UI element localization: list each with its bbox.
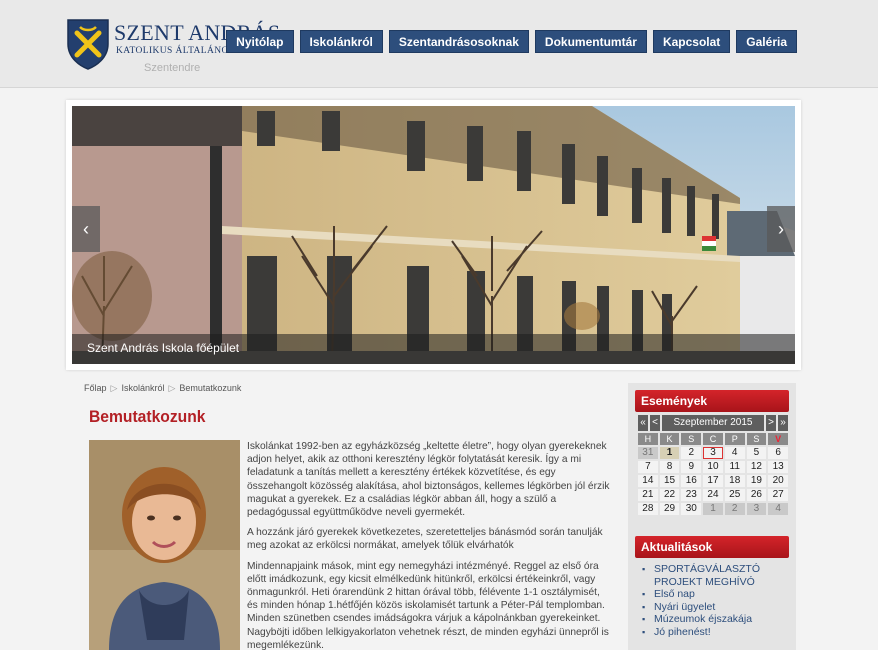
calendar-day-header: H [638,433,658,445]
calendar-day[interactable]: 5 [746,447,767,459]
calendar-day[interactable]: 2 [681,447,702,459]
calendar-month-label: Szeptember 2015 [662,415,764,431]
calendar-day[interactable]: 4 [768,503,788,515]
calendar-day[interactable]: 11 [724,461,745,473]
calendar-day[interactable]: 10 [703,461,723,473]
calendar-day[interactable]: 27 [768,489,788,501]
calendar-day-header: S [746,433,767,445]
news-item[interactable]: Múzeumok éjszakája [640,613,790,626]
calendar-day[interactable]: 25 [724,489,745,501]
calendar-day[interactable]: 30 [681,503,702,515]
calendar-day[interactable]: 14 [638,475,658,487]
calendar-day-event[interactable]: 1 [659,447,680,459]
news-item[interactable]: Jó pihenést! [640,626,790,639]
breadcrumb-separator-icon: ▷ [110,383,118,393]
calendar-day[interactable]: 3 [746,503,767,515]
calendar-nav: « < Szeptember 2015 > » [638,415,788,431]
main-nav: Nyitólap Iskolánkról Szentandrásosoknak … [226,30,797,53]
nav-item-dokumentumtar[interactable]: Dokumentumtár [534,30,647,53]
breadcrumb-separator-icon: ▷ [168,383,176,393]
calendar-day[interactable]: 20 [768,475,788,487]
breadcrumb: Főlap ▷ Iskolánkról ▷ Bemutatkozunk [84,383,241,394]
calendar-day-header: P [724,433,745,445]
school-logo[interactable]: SZENT ANDRÁS KATOLIKUS ÁLTALÁNOS ISKOLA … [66,18,280,78]
calendar-day-today[interactable]: 3 [703,447,723,459]
nav-item-szentandrasosoknak[interactable]: Szentandrásosoknak [388,30,529,53]
article-body: Iskolánkat 1992-ben az egyházközség „kel… [247,440,612,650]
calendar-day[interactable]: 15 [659,475,680,487]
calendar-day[interactable]: 22 [659,489,680,501]
nav-item-iskolankrol[interactable]: Iskolánkról [299,30,383,53]
calendar-day-header: S [681,433,702,445]
calendar-day[interactable]: 7 [638,461,658,473]
nav-item-kapcsolat[interactable]: Kapcsolat [652,30,731,53]
breadcrumb-item-current: Bemutatkozunk [179,383,242,393]
article-paragraph: Iskolánkat 1992-ben az egyházközség „kel… [247,441,610,519]
chevron-right-icon: › [778,219,784,239]
calendar-day[interactable]: 31 [638,447,658,459]
calendar-day[interactable]: 24 [703,489,723,501]
logo-town: Szentendre [144,62,201,74]
calendar-day[interactable]: 2 [724,503,745,515]
calendar-day-header: K [659,433,680,445]
calendar-prev-button[interactable]: < [650,415,660,431]
school-building-photo [72,106,795,364]
image-slider: Szent András Iskola főépület ‹ › [66,100,801,370]
calendar-day[interactable]: 6 [768,447,788,459]
portrait-photo [89,440,240,650]
calendar-day[interactable]: 4 [724,447,745,459]
calendar-day-header: V [768,433,788,445]
calendar-day[interactable]: 17 [703,475,723,487]
breadcrumb-item-home[interactable]: Főlap [84,383,107,393]
calendar-day[interactable]: 18 [724,475,745,487]
page-title: Bemutatkozunk [89,407,206,426]
calendar-day[interactable]: 1 [703,503,723,515]
calendar-day[interactable]: 13 [768,461,788,473]
site-header: SZENT ANDRÁS KATOLIKUS ÁLTALÁNOS ISKOLA … [0,0,878,88]
slide: Szent András Iskola főépület ‹ › [72,106,795,364]
news-list: SPORTÁGVÁLASZTÓ PROJEKT MEGHÍVÓ Első nap… [640,563,790,638]
calendar-day[interactable]: 9 [681,461,702,473]
calendar-day[interactable]: 16 [681,475,702,487]
nav-item-galeria[interactable]: Galéria [736,30,797,53]
news-item[interactable]: Első nap [640,588,790,601]
events-title: Események [635,390,789,412]
slider-prev-button[interactable]: ‹ [72,206,100,252]
calendar-day[interactable]: 12 [746,461,767,473]
chevron-left-icon: ‹ [83,219,89,239]
calendar-next-button[interactable]: > [766,415,776,431]
calendar-day[interactable]: 19 [746,475,767,487]
calendar-day-header: C [703,433,723,445]
calendar-day[interactable]: 28 [638,503,658,515]
calendar-day[interactable]: 23 [681,489,702,501]
slider-next-button[interactable]: › [767,206,795,252]
breadcrumb-item-iskolankrol[interactable]: Iskolánkról [121,383,164,393]
shield-crest-icon [67,19,109,70]
slide-caption: Szent András Iskola főépület [87,341,240,355]
sidebar: Események « < Szeptember 2015 > » H K S … [628,383,796,650]
calendar-last-button[interactable]: » [778,415,788,431]
calendar-day[interactable]: 26 [746,489,767,501]
calendar-day[interactable]: 29 [659,503,680,515]
nav-item-nyitolap[interactable]: Nyitólap [226,30,294,53]
article-paragraph: A hozzánk járó gyerekek következetes, sz… [247,527,603,552]
calendar-day[interactable]: 8 [659,461,680,473]
news-item[interactable]: SPORTÁGVÁLASZTÓ PROJEKT MEGHÍVÓ [640,563,790,588]
calendar-first-button[interactable]: « [638,415,648,431]
calendar-day[interactable]: 21 [638,489,658,501]
news-title: Aktualitások [635,536,789,558]
calendar-grid: H K S C P S V 31 1 2 3 4 5 6 7 8 9 10 11… [638,433,788,515]
article-paragraph: Mindennapjaink mások, mint egy nemegyház… [247,560,609,650]
news-item[interactable]: Nyári ügyelet [640,601,790,614]
